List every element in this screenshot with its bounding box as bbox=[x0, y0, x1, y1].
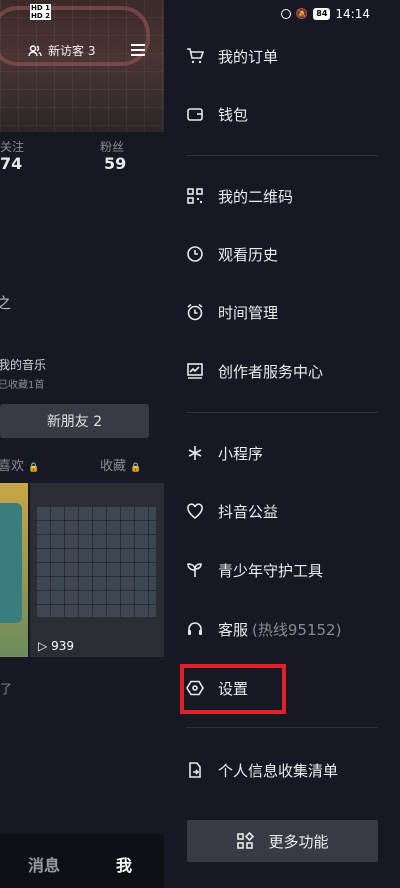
bottom-navigation: 消息 我 bbox=[0, 834, 164, 888]
my-music-title[interactable]: 我的音乐 bbox=[0, 356, 46, 373]
more-features-button[interactable]: 更多功能 bbox=[187, 820, 378, 862]
menu-item-customer-service[interactable]: 客服 (热线95152) bbox=[186, 609, 382, 649]
following-count[interactable]: 74 bbox=[0, 154, 22, 173]
tab-likes-label: 喜欢 bbox=[0, 459, 25, 474]
partial-text: 了 bbox=[0, 682, 13, 696]
menu-item-label: 客服 bbox=[218, 620, 249, 639]
menu-item-label: 小程序 bbox=[218, 444, 264, 463]
hotline-hint: (热线95152) bbox=[252, 620, 342, 639]
settings-highlight-box bbox=[180, 664, 286, 714]
divider bbox=[186, 727, 378, 728]
play-count-value: 939 bbox=[51, 639, 74, 653]
my-music-subtitle: 已收藏1首 bbox=[0, 380, 45, 391]
new-visitors-label: 新访客 3 bbox=[48, 44, 96, 58]
nav-messages[interactable]: 消息 bbox=[28, 852, 60, 876]
alarm-status-icon bbox=[280, 9, 291, 19]
tab-favorites-label: 收藏 bbox=[100, 459, 127, 474]
cart-icon bbox=[187, 48, 204, 64]
menu-item-label: 我的二维码 bbox=[218, 187, 294, 206]
divider bbox=[186, 155, 378, 156]
divider bbox=[186, 412, 378, 413]
video-thumbnail[interactable]: ▷ 939 bbox=[30, 483, 164, 657]
people-icon bbox=[28, 44, 42, 56]
hd1-badge: HD 1 bbox=[30, 4, 51, 12]
menu-item-mini-programs[interactable]: 小程序 bbox=[186, 433, 382, 473]
menu-item-watch-history[interactable]: 观看历史 bbox=[186, 234, 382, 274]
tab-likes[interactable]: 喜欢 🔒 bbox=[0, 455, 39, 474]
new-visitors-button[interactable]: 新访客 3 bbox=[28, 42, 95, 59]
qr-code-icon bbox=[187, 188, 203, 204]
partial-text: 之 bbox=[0, 294, 12, 312]
menu-item-label: 个人信息收集清单 bbox=[218, 761, 339, 780]
followers-count[interactable]: 59 bbox=[104, 154, 126, 173]
nav-me[interactable]: 我 bbox=[116, 852, 132, 876]
sprout-icon bbox=[187, 563, 202, 577]
menu-item-label: 创作者服务中心 bbox=[218, 362, 324, 381]
new-friends-button[interactable]: 新朋友 2 bbox=[0, 404, 149, 438]
menu-item-label: 观看历史 bbox=[218, 245, 279, 264]
battery-indicator: 84 bbox=[313, 8, 331, 20]
grid-apps-icon bbox=[237, 832, 255, 849]
side-drawer: 🔕 84 14:14 我的订单 钱包 我的二维码 观看历史 时间管理 创作者服务… bbox=[164, 0, 400, 888]
menu-item-qr-code[interactable]: 我的二维码 bbox=[186, 176, 382, 216]
asterisk-icon bbox=[188, 446, 202, 460]
video-thumbnail[interactable] bbox=[0, 483, 28, 657]
clock-icon bbox=[187, 246, 203, 262]
heart-icon bbox=[187, 503, 203, 519]
hamburger-menu-icon[interactable] bbox=[131, 44, 145, 56]
menu-item-youth-protection[interactable]: 青少年守护工具 bbox=[186, 550, 382, 590]
menu-item-label: 时间管理 bbox=[218, 303, 279, 322]
profile-banner bbox=[0, 0, 164, 132]
status-left-badges: HD 1 HD 2 bbox=[30, 4, 54, 20]
headset-icon bbox=[188, 622, 202, 635]
profile-background: HD 1 HD 2 新访客 3 关注 74 粉丝 59 之 我的音乐 已收藏1首… bbox=[0, 0, 164, 888]
tab-favorites[interactable]: 收藏 🔒 bbox=[100, 455, 141, 474]
status-bar-right: 🔕 84 14:14 bbox=[280, 7, 370, 21]
document-export-icon bbox=[189, 762, 201, 778]
menu-item-wallet[interactable]: 钱包 bbox=[186, 94, 382, 134]
lock-icon: 🔒 bbox=[28, 463, 40, 473]
hd2-badge: HD 2 bbox=[30, 12, 51, 20]
more-features-label: 更多功能 bbox=[268, 832, 329, 851]
chart-icon bbox=[187, 363, 203, 379]
following-label: 关注 bbox=[0, 140, 25, 154]
menu-item-time-management[interactable]: 时间管理 bbox=[186, 292, 382, 332]
mute-icon: 🔕 bbox=[295, 8, 309, 20]
lock-icon: 🔒 bbox=[130, 463, 142, 473]
game-board-image bbox=[36, 507, 156, 617]
play-icon: ▷ bbox=[38, 639, 48, 653]
menu-item-creator-center[interactable]: 创作者服务中心 bbox=[186, 351, 382, 391]
followers-label: 粉丝 bbox=[100, 140, 125, 154]
wallet-icon bbox=[187, 108, 203, 121]
menu-item-charity[interactable]: 抖音公益 bbox=[186, 491, 382, 531]
menu-item-label: 抖音公益 bbox=[218, 502, 279, 521]
menu-item-label: 青少年守护工具 bbox=[218, 561, 324, 580]
menu-item-orders[interactable]: 我的订单 bbox=[186, 36, 382, 76]
menu-item-label: 钱包 bbox=[218, 105, 249, 124]
play-count: ▷ 939 bbox=[38, 639, 74, 653]
menu-item-label: 我的订单 bbox=[218, 47, 279, 66]
menu-item-personal-info-list[interactable]: 个人信息收集清单 bbox=[186, 750, 382, 790]
status-time: 14:14 bbox=[335, 7, 370, 21]
alarm-icon bbox=[187, 303, 203, 321]
